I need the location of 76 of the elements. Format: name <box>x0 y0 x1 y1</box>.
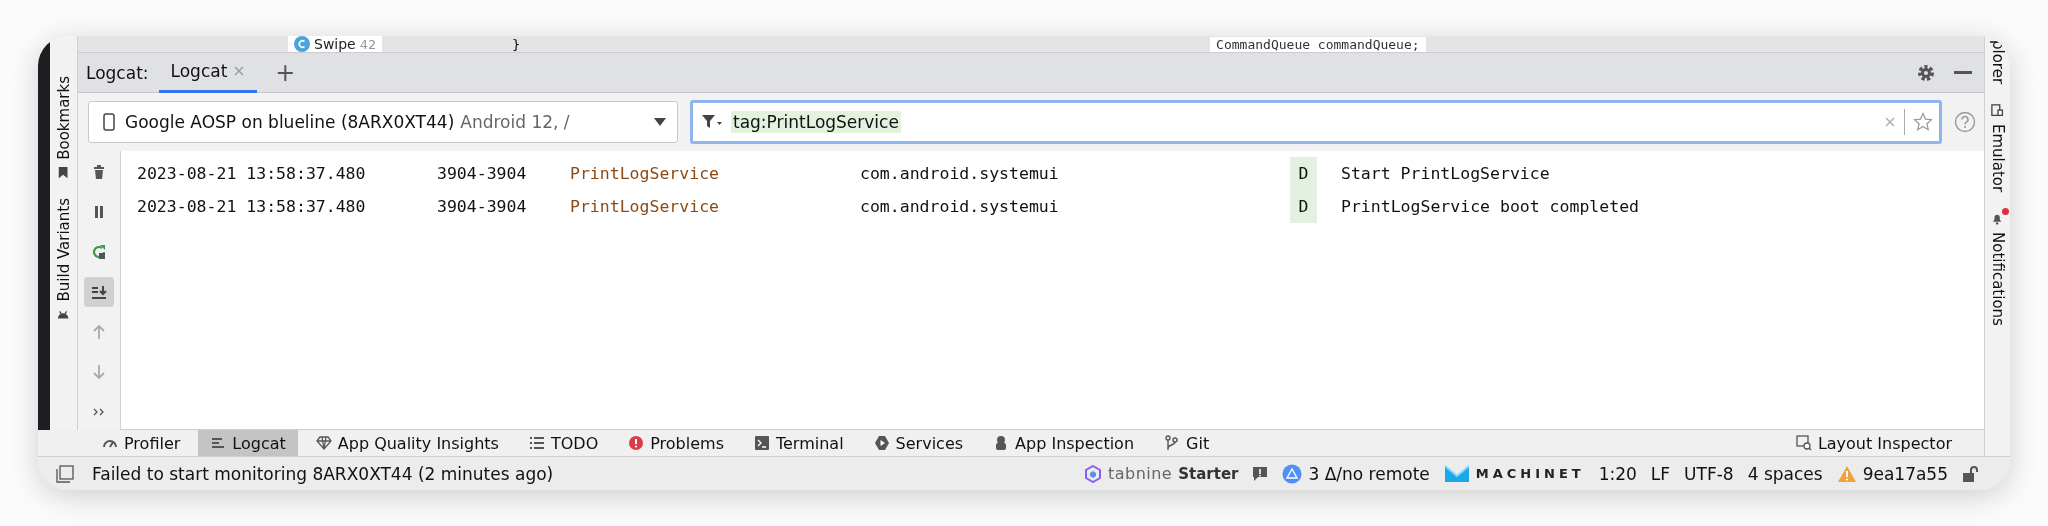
process-id: 3904-3904 <box>437 164 528 183</box>
log-level: D <box>1290 190 1317 223</box>
triangle-badge-icon <box>1282 463 1303 484</box>
unlock-icon <box>1962 464 1980 483</box>
list-icon <box>528 435 545 451</box>
help-icon <box>1954 111 1976 133</box>
layout-search-icon <box>1795 435 1812 451</box>
timestamp: 2023-08-21 13:58:37.480 <box>137 164 367 183</box>
log-tag: PrintLogService <box>570 164 860 183</box>
vcs-status[interactable]: 3 Δ/no remote <box>1282 463 1430 484</box>
panel-title: Logcat: <box>86 62 149 83</box>
log-level: D <box>1290 157 1317 190</box>
timestamp: 2023-08-21 13:58:37.480 <box>137 197 367 216</box>
side-tab[interactable]: Emulator <box>1988 104 2007 193</box>
side-tab[interactable]: Bookmarks <box>54 76 73 180</box>
toolbar-button[interactable] <box>84 277 114 307</box>
tool-window-tab[interactable]: App Quality Insights <box>303 430 511 456</box>
tool-window-tab[interactable]: Profiler <box>90 430 193 456</box>
indent-setting[interactable]: 4 spaces <box>1747 463 1823 484</box>
line-ending[interactable]: LF <box>1650 463 1671 484</box>
warning-icon <box>1836 464 1857 483</box>
log-message: Start PrintLogService <box>1341 164 1550 183</box>
tool-window-tab[interactable]: Logcat <box>198 430 298 456</box>
status-message: Failed to start monitoring 8ARX0XT44 (2 minutes ago) <box>92 463 554 484</box>
tool-window-tab[interactable]: App Inspection <box>981 430 1147 456</box>
notification-dot <box>2001 208 2009 216</box>
restart-icon <box>91 244 107 260</box>
code-text: CommandQueue commandQueue; <box>1210 36 1426 52</box>
clear-icon <box>1884 116 1896 128</box>
machinet-status[interactable]: MACHINET <box>1443 463 1585 484</box>
tool-window-tab[interactable]: Git <box>1152 430 1222 456</box>
star-icon <box>1913 112 1933 132</box>
filter-field[interactable]: tag:PrintLogService <box>690 100 1942 144</box>
trash-icon <box>91 164 107 180</box>
git-branch[interactable]: 9ea17a55 <box>1836 463 1948 484</box>
bookmark-icon <box>56 165 71 180</box>
diamond-icon <box>315 435 332 451</box>
play-icon <box>873 435 890 451</box>
side-tab[interactable]: Notifications <box>1988 212 2007 327</box>
settings-icon <box>1916 62 1936 83</box>
tool-window-tab[interactable]: Terminal <box>741 430 856 456</box>
side-tab[interactable]: Build Variants <box>54 197 73 322</box>
line-number: 42 <box>359 36 377 52</box>
tool-window-tab[interactable]: TODO <box>516 430 611 456</box>
terminal-icon <box>753 435 770 451</box>
package-name: com.android.systemui <box>860 164 1060 183</box>
package-name: com.android.systemui <box>860 197 1060 216</box>
tool-window-tab[interactable]: Layout Inspector <box>1783 430 1964 456</box>
process-id: 3904-3904 <box>437 197 528 216</box>
scroll-to-end-icon <box>91 284 107 300</box>
log-tag: PrintLogService <box>570 197 860 216</box>
log-message: PrintLogService boot completed <box>1341 197 1639 216</box>
file-tab[interactable]: Swipe <box>314 36 356 52</box>
tool-window-tab[interactable]: Services <box>861 430 976 456</box>
lines-icon <box>210 435 227 451</box>
arrow-down-icon <box>91 364 107 380</box>
minimize-icon <box>1954 71 1972 74</box>
filter-icon <box>701 113 723 131</box>
code-text: } <box>512 36 521 52</box>
branch-icon <box>1164 435 1181 451</box>
tool-window-tab[interactable]: Problems <box>616 430 736 456</box>
file-encoding[interactable]: UTF-8 <box>1684 463 1734 484</box>
panel-toggle-icon <box>56 464 74 483</box>
add-tab-button[interactable]: + <box>267 58 304 87</box>
error-icon <box>628 435 645 451</box>
hexagon-icon <box>1083 464 1102 483</box>
tabnine-status[interactable]: tabnine Starter <box>1083 464 1239 483</box>
device-icon <box>1990 104 2005 119</box>
dropdown-caret-icon <box>653 117 667 127</box>
side-tab[interactable]: plorer <box>1988 40 2007 85</box>
device-dropdown[interactable]: Google AOSP on blueline (8ARX0XT44) Android 12, / <box>88 101 678 143</box>
comment-alert-icon <box>1252 465 1269 482</box>
cursor-position[interactable]: 1:20 <box>1598 463 1637 484</box>
m-logo-icon <box>1443 463 1470 484</box>
phone-icon <box>103 113 115 131</box>
arrow-up-icon <box>91 324 107 340</box>
